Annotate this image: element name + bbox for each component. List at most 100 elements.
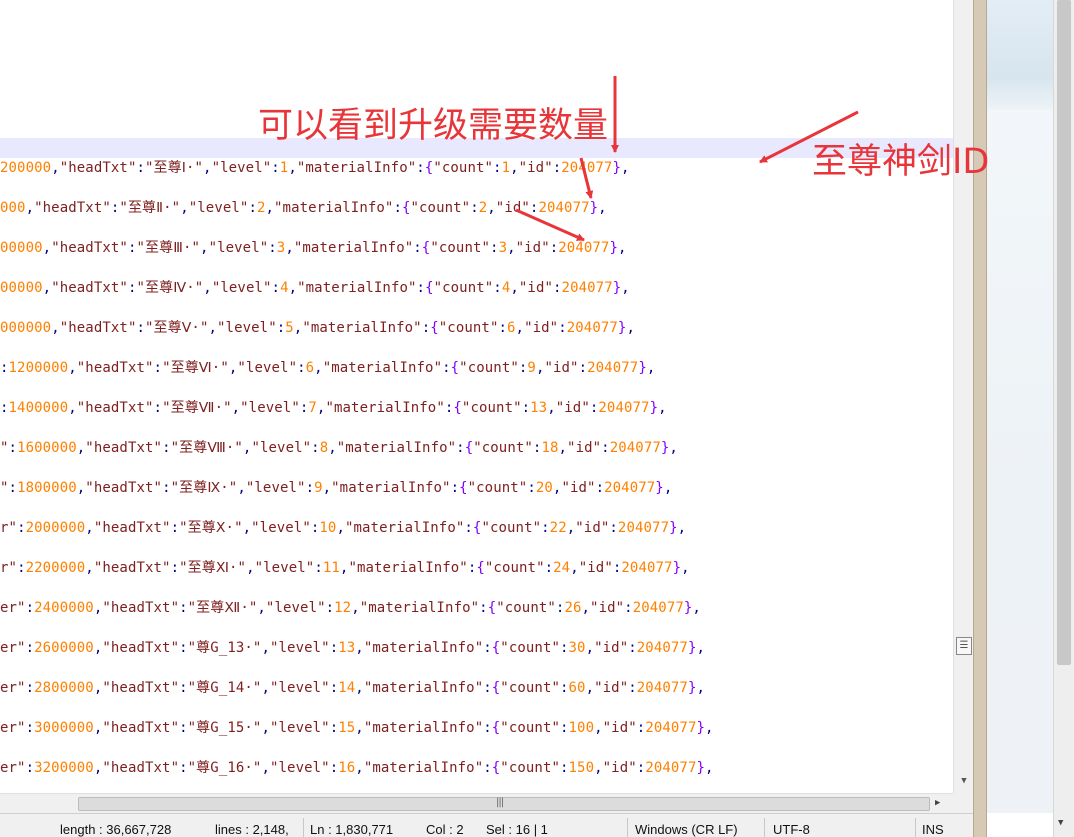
code-token: ,: [669, 440, 678, 456]
code-line: 200000,"headTxt":"至尊Ⅰ·","level":1,"mater…: [0, 158, 630, 178]
code-token: :: [136, 160, 146, 176]
code-token: "materialInfo": [363, 680, 484, 696]
outer-scroll-thumb[interactable]: [1057, 0, 1071, 665]
code-token: ,: [246, 560, 255, 576]
code-token: 13: [338, 640, 356, 656]
code-token: :: [609, 520, 618, 536]
status-encoding[interactable]: UTF-8: [773, 822, 810, 837]
code-token: ,: [705, 720, 714, 736]
status-eol[interactable]: Windows (CR LF): [635, 822, 738, 837]
scrollbar-corner: [953, 793, 973, 813]
code-token: :: [624, 600, 633, 616]
code-token: 16: [338, 760, 356, 776]
code-token: "materialInfo": [363, 640, 484, 656]
status-insert-mode[interactable]: INS: [922, 822, 944, 837]
code-token: "level": [208, 240, 269, 256]
code-token: "headTxt": [102, 720, 180, 736]
code-token: :: [527, 480, 536, 496]
code-token: "尊G_13·": [187, 640, 262, 656]
code-token: ,: [626, 320, 635, 336]
scroll-right-arrow-icon[interactable]: ▶: [935, 798, 940, 808]
code-token: "至尊Ⅶ·": [162, 400, 232, 416]
code-token: :: [136, 320, 146, 336]
code-token: ,: [288, 160, 297, 176]
code-token: ,: [510, 280, 519, 296]
code-token: ,: [261, 760, 270, 776]
code-token: ,: [51, 320, 60, 336]
editor-vertical-scrollbar[interactable]: ☰ ▼: [953, 0, 973, 793]
code-token: "count": [467, 480, 528, 496]
code-token: :: [271, 280, 281, 296]
code-token: "id": [567, 440, 602, 456]
code-token: "headTxt": [85, 440, 163, 456]
code-token: "count": [459, 360, 519, 376]
code-token: :: [329, 640, 339, 656]
code-line: er":2800000,"headTxt":"尊G_14·","level":1…: [0, 678, 705, 698]
code-token: :: [179, 680, 188, 696]
code-token: 11: [322, 560, 340, 576]
code-token: "materialInfo": [359, 600, 480, 616]
code-token: "至尊Ⅻ·": [187, 600, 258, 616]
window-frame-divider: [973, 0, 987, 837]
code-line: er":3000000,"headTxt":"尊G_15·","level":1…: [0, 718, 714, 738]
code-token: :: [628, 680, 637, 696]
code-token: "id": [602, 720, 637, 736]
code-token: 22: [549, 520, 567, 536]
code-token: er": [0, 600, 26, 616]
code-token: ,: [692, 600, 701, 616]
code-token: er": [0, 680, 26, 696]
code-token: 000: [0, 200, 26, 216]
code-token: ,: [85, 560, 94, 576]
status-ln: Ln : 1,830,771: [310, 822, 394, 837]
code-line: :1200000,"headTxt":"至尊Ⅵ·","level":6,"mat…: [0, 358, 655, 378]
code-token: :: [483, 640, 492, 656]
code-token: ,: [646, 360, 656, 376]
code-line: r":2000000,"headTxt":"至尊Ⅹ·","level":10,"…: [0, 518, 686, 538]
outer-scroll-down-arrow-icon[interactable]: ▼: [1058, 818, 1063, 828]
code-token: "尊G_14·": [187, 680, 262, 696]
code-token: "id": [590, 600, 625, 616]
code-token: "id": [518, 160, 553, 176]
code-token: ,: [68, 400, 77, 416]
code-token: :: [8, 480, 18, 496]
horizontal-scroll-thumb[interactable]: |||: [78, 797, 930, 811]
code-token: "尊G_16·": [187, 760, 262, 776]
code-token: ,: [68, 360, 77, 376]
code-token: }: [672, 560, 682, 576]
code-token: 204077: [632, 600, 684, 616]
code-token: :: [329, 720, 339, 736]
status-bar: length : 36,667,728 lines : 2,148, Ln : …: [0, 813, 973, 837]
code-token: {: [401, 200, 411, 216]
scroll-down-arrow-icon[interactable]: ▼: [957, 776, 971, 788]
code-token: "至尊Ⅰ·": [145, 160, 204, 176]
outer-vertical-scrollbar[interactable]: ▼: [1053, 0, 1074, 837]
code-token: "materialInfo": [344, 520, 465, 536]
code-token: "count": [500, 760, 560, 776]
code-token: ,: [203, 160, 212, 176]
code-token: "id": [594, 680, 629, 696]
code-token: 204077: [561, 280, 613, 296]
code-token: ,: [231, 400, 241, 416]
code-token: :: [442, 360, 451, 376]
code-token: }: [612, 160, 621, 176]
code-token: :: [0, 400, 9, 416]
code-token: :: [416, 160, 425, 176]
editor-horizontal-scrollbar[interactable]: ||| ▶: [0, 793, 953, 813]
code-token: "level": [237, 360, 298, 376]
code-token: "count": [481, 520, 542, 536]
code-token: r": [0, 560, 18, 576]
code-token: :: [25, 720, 35, 736]
code-token: ,: [618, 240, 627, 256]
code-token: :: [393, 200, 402, 216]
code-token: "level": [245, 480, 306, 496]
code-token: }: [638, 360, 647, 376]
code-token: :: [498, 320, 508, 336]
code-token: ,: [681, 560, 690, 576]
code-token: :: [153, 400, 163, 416]
code-token: 24: [553, 560, 571, 576]
code-token: :: [483, 720, 492, 736]
code-token: "id": [602, 760, 637, 776]
scroll-grip-icon[interactable]: ☰: [956, 637, 972, 655]
code-token: "level": [217, 320, 277, 336]
code-token: 2000000: [25, 520, 86, 536]
